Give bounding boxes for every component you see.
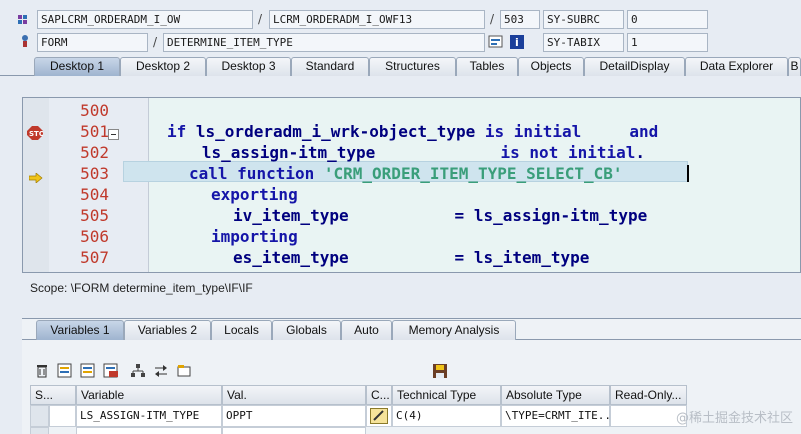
- code-line: 504 exporting: [23, 184, 800, 205]
- change-cell[interactable]: [366, 405, 392, 427]
- sy-tabix-label: SY-TABIX: [543, 33, 624, 52]
- separator: /: [490, 12, 495, 26]
- watermark: @稀土掘金技术社区: [675, 411, 793, 426]
- column-header-value[interactable]: Val.: [222, 385, 366, 405]
- variable-cell[interactable]: [76, 427, 222, 434]
- block-type-field[interactable]: FORM: [37, 33, 148, 52]
- variables-tab-strip: Variables 1 Variables 2 Locals Globals A…: [22, 318, 801, 340]
- status-cell: [49, 405, 76, 427]
- code-line: 506 importing: [23, 226, 800, 247]
- line-number-field[interactable]: 503: [500, 10, 540, 29]
- code-text: importing: [211, 227, 298, 246]
- text-cursor: [687, 165, 689, 182]
- tab-data-explorer[interactable]: Data Explorer: [685, 57, 788, 76]
- line-number: 506: [80, 227, 109, 246]
- line-number: 505: [80, 206, 109, 225]
- tab-globals[interactable]: Globals: [272, 320, 341, 340]
- delete-row-icon[interactable]: [102, 362, 120, 380]
- delete-icon[interactable]: [33, 362, 51, 380]
- block-name-field[interactable]: DETERMINE_ITEM_TYPE: [163, 33, 485, 52]
- tab-objects[interactable]: Objects: [518, 57, 584, 76]
- column-header-change[interactable]: C...: [366, 385, 392, 405]
- line-number: 502: [80, 143, 109, 162]
- scope-label: Scope: \FORM determine_item_type\IF\IF: [0, 274, 801, 304]
- code-line: 507 es_item_type = ls_item_type: [23, 247, 800, 268]
- bullet-icon: [16, 12, 30, 26]
- row-selector[interactable]: [30, 427, 49, 434]
- code-text: call function 'CRM_ORDER_ITEM_TYPE_SELEC…: [189, 164, 623, 183]
- tab-standard[interactable]: Standard: [291, 57, 369, 76]
- tab-variables-2[interactable]: Variables 2: [124, 320, 211, 340]
- column-header-variable[interactable]: Variable: [76, 385, 222, 405]
- variables-toolbar: [33, 362, 198, 380]
- hierarchy-icon[interactable]: [129, 362, 147, 380]
- column-header-technical-type[interactable]: Technical Type: [392, 385, 501, 405]
- code-text: es_item_type = ls_item_type: [233, 248, 590, 267]
- separator: /: [258, 12, 263, 26]
- tab-more[interactable]: B: [788, 57, 801, 76]
- desktop-tab-strip: Desktop 1 Desktop 2 Desktop 3 Standard S…: [0, 54, 801, 76]
- tab-desktop-1[interactable]: Desktop 1: [34, 57, 120, 76]
- line-number: 500: [80, 101, 109, 120]
- insert-row-icon[interactable]: [56, 362, 74, 380]
- code-text: exporting: [211, 185, 298, 204]
- line-number: 507: [80, 248, 109, 267]
- row-selector[interactable]: [30, 405, 49, 427]
- tab-memory-analysis[interactable]: Memory Analysis: [392, 320, 516, 340]
- value-cell[interactable]: OPPT: [222, 405, 366, 427]
- line-number: 503: [80, 164, 109, 183]
- tab-desktop-3[interactable]: Desktop 3: [206, 57, 291, 76]
- separator: /: [153, 35, 158, 49]
- navigate-icon[interactable]: [488, 34, 503, 48]
- info-icon[interactable]: i: [510, 34, 524, 49]
- value-cell[interactable]: [222, 427, 366, 434]
- folder-icon[interactable]: [175, 362, 193, 380]
- sy-subrc-label: SY-SUBRC: [543, 10, 624, 29]
- variable-cell[interactable]: LS_ASSIGN-ITM_TYPE: [76, 405, 222, 427]
- tab-locals[interactable]: Locals: [211, 320, 272, 340]
- program-field[interactable]: SAPLCRM_ORDERADM_I_OW: [37, 10, 253, 29]
- line-number: 501: [80, 122, 109, 141]
- sy-subrc-value[interactable]: 0: [627, 10, 708, 29]
- column-header-absolute-type[interactable]: Absolute Type: [501, 385, 610, 405]
- transfer-icon[interactable]: [152, 362, 170, 380]
- code-line: 500: [23, 100, 800, 121]
- column-header-read-only[interactable]: Read-Only...: [610, 385, 687, 405]
- code-line-current: 503 call function 'CRM_ORDER_ITEM_TYPE_S…: [23, 163, 800, 184]
- absolute-type-cell[interactable]: \TYPE=CRMT_ITE...: [501, 405, 610, 427]
- tab-detaildisplay[interactable]: DetailDisplay: [584, 57, 685, 76]
- debugger-header: SAPLCRM_ORDERADM_I_OW / LCRM_ORDERADM_I_…: [0, 0, 801, 54]
- code-line: 501 if ls_orderadm_i_wrk-object_type is …: [23, 121, 800, 142]
- code-line: 502 ls_assign-itm_type is not initial.: [23, 142, 800, 163]
- tab-auto[interactable]: Auto: [341, 320, 392, 340]
- form-icon: [18, 33, 32, 47]
- variables-grid: S... Variable Val. C... Technical Type A…: [30, 385, 690, 434]
- tab-structures[interactable]: Structures: [369, 57, 456, 76]
- include-field[interactable]: LCRM_ORDERADM_I_OWF13: [269, 10, 485, 29]
- edit-pencil-icon[interactable]: [370, 408, 388, 426]
- svg-text:i: i: [515, 36, 519, 49]
- tab-variables-1[interactable]: Variables 1: [36, 320, 124, 340]
- sy-tabix-value[interactable]: 1: [627, 33, 708, 52]
- column-header-status[interactable]: S...: [30, 385, 76, 405]
- code-line: 505 iv_item_type = ls_assign-itm_type: [23, 205, 800, 226]
- save-icon[interactable]: [432, 363, 448, 383]
- tab-tables[interactable]: Tables: [456, 57, 518, 76]
- technical-type-cell: C(4): [392, 405, 501, 427]
- tab-desktop-2[interactable]: Desktop 2: [120, 57, 206, 76]
- code-text: if ls_orderadm_i_wrk-object_type is init…: [167, 122, 659, 141]
- code-text: ls_assign-itm_type is not initial.: [173, 143, 646, 162]
- code-text: iv_item_type = ls_assign-itm_type: [233, 206, 648, 225]
- append-row-icon[interactable]: [79, 362, 97, 380]
- line-number: 504: [80, 185, 109, 204]
- source-code-editor[interactable]: STOP 500 501 if ls_orderadm_i_wrk-object…: [22, 97, 801, 273]
